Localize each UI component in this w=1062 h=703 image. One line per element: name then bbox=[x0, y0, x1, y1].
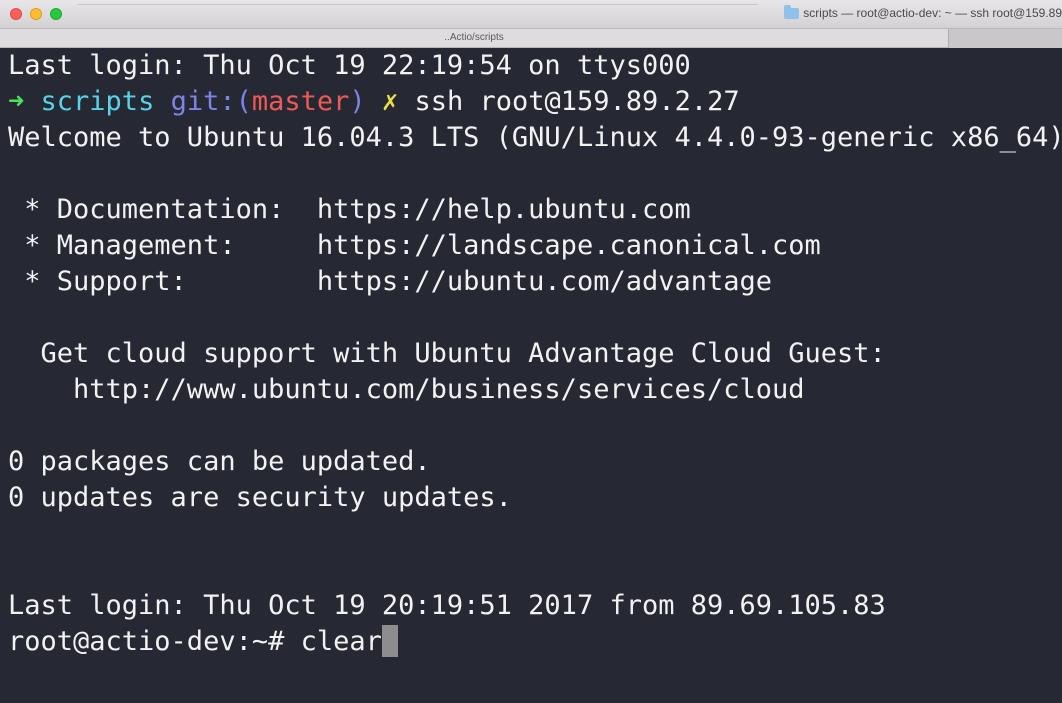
terminal-window: scripts — root@actio-dev: ~ — ssh root@1… bbox=[0, 0, 1062, 703]
support-line: * Support: https://ubuntu.com/advantage bbox=[8, 266, 773, 297]
window-title: scripts — root@actio-dev: ~ — ssh root@1… bbox=[784, 4, 1062, 20]
local-prompt-line: ➜ scripts git:(master) ✗ ssh root@159.89… bbox=[8, 84, 1062, 120]
prompt-dirty-icon: ✗ bbox=[381, 86, 399, 117]
security-updates-line: 0 updates are security updates. bbox=[8, 482, 512, 513]
prompt-git-suffix: ) bbox=[349, 86, 366, 117]
management-line: * Management: https://landscape.canonica… bbox=[8, 230, 821, 261]
remote-command-input[interactable]: clear bbox=[301, 626, 382, 657]
tab-strip bbox=[78, 0, 758, 5]
zoom-window-button[interactable] bbox=[50, 8, 62, 20]
last-login-local-line: Last login: Thu Oct 19 22:19:54 on ttys0… bbox=[8, 50, 691, 81]
terminal-output[interactable]: Last login: Thu Oct 19 22:19:54 on ttys0… bbox=[0, 48, 1062, 703]
cloud-url-line: http://www.ubuntu.com/business/services/… bbox=[8, 374, 805, 405]
remote-prompt-line[interactable]: root@actio-dev:~# clear bbox=[8, 624, 1062, 660]
last-login-remote-line: Last login: Thu Oct 19 20:19:51 2017 fro… bbox=[8, 590, 886, 621]
prompt-directory: scripts bbox=[40, 86, 155, 117]
documentation-line: * Documentation: https://help.ubuntu.com bbox=[8, 194, 691, 225]
close-window-button[interactable] bbox=[10, 8, 22, 20]
tab-title[interactable]: ..Actio/scripts bbox=[0, 29, 948, 48]
folder-icon bbox=[784, 4, 800, 19]
title-bar[interactable]: scripts — root@actio-dev: ~ — ssh root@1… bbox=[0, 0, 1062, 29]
prompt-command: ssh root@159.89.2.27 bbox=[414, 86, 740, 117]
text-cursor bbox=[381, 625, 398, 657]
minimize-window-button[interactable] bbox=[30, 8, 42, 20]
window-title-text: scripts — root@actio-dev: ~ — ssh root@1… bbox=[803, 6, 1062, 20]
prompt-arrow-icon: ➜ bbox=[8, 86, 25, 117]
prompt-branch: master bbox=[251, 86, 350, 117]
cloud-support-line: Get cloud support with Ubuntu Advantage … bbox=[8, 338, 886, 369]
prompt-git-prefix: git:( bbox=[170, 86, 252, 117]
tab-title-text: ..Actio/scripts bbox=[444, 32, 504, 43]
packages-line: 0 packages can be updated. bbox=[8, 446, 431, 477]
tab-bar-empty-area bbox=[948, 29, 1062, 48]
welcome-line: Welcome to Ubuntu 16.04.3 LTS (GNU/Linux… bbox=[8, 122, 1062, 153]
remote-prompt: root@actio-dev:~# bbox=[8, 626, 301, 657]
